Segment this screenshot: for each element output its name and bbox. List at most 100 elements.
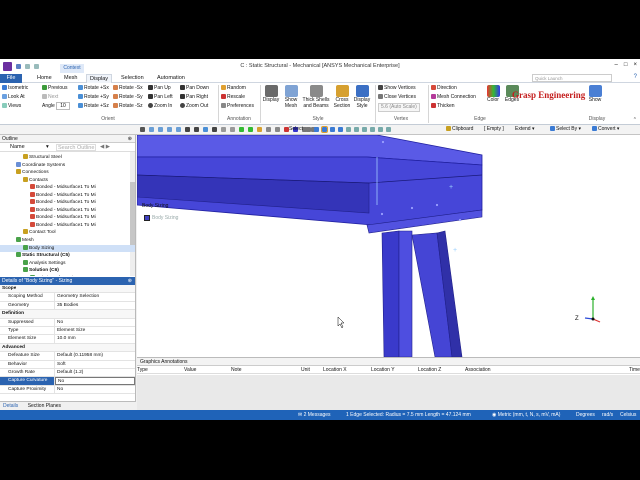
tree-item[interactable]: Bonded - Midsurface1 To Mi: [0, 214, 135, 222]
property-value[interactable]: 10.0 mm: [55, 335, 135, 342]
preferences-button[interactable]: Preferences: [221, 103, 254, 110]
zoom-fit-icon[interactable]: [185, 127, 190, 132]
extend-dropdown[interactable]: Extend ▾: [515, 126, 534, 133]
pan-up-button[interactable]: Pan Up: [148, 85, 171, 92]
angle-field[interactable]: Angle 10: [42, 102, 70, 110]
details-section-header[interactable]: Advanced: [0, 343, 135, 353]
box-zoom-icon[interactable]: [194, 127, 199, 132]
look-at-button[interactable]: Look At: [2, 94, 25, 101]
tree-item[interactable]: Analysis Settings: [0, 259, 135, 268]
column-location-x[interactable]: Location X: [323, 366, 347, 374]
column-value[interactable]: Value: [184, 366, 196, 374]
property-value[interactable]: Default (0.11958 mm): [55, 352, 135, 359]
tree-item[interactable]: Bonded - Midsurface1 To Mi: [0, 199, 135, 207]
details-row[interactable]: Scoping Method Geometry Selection: [0, 293, 135, 302]
details-row[interactable]: Geometry 35 Bodies: [0, 301, 135, 311]
details-row[interactable]: Behavior Soft: [0, 360, 135, 369]
body-select-icon[interactable]: [176, 127, 181, 132]
messages-status[interactable]: ✉ 2 Messages: [298, 410, 331, 420]
random-button[interactable]: Random: [221, 85, 246, 92]
pin-icon[interactable]: ⊛: [128, 135, 132, 143]
details-row[interactable]: Defeature Size Default (0.11958 mm): [0, 352, 135, 361]
direction-button[interactable]: Direction: [431, 85, 457, 92]
triad-svg[interactable]: Z: [573, 295, 603, 325]
node-filter-icon[interactable]: [346, 127, 351, 132]
tree-item[interactable]: Body Sizing: [0, 244, 135, 253]
rate-unit-status[interactable]: rad/s: [602, 410, 613, 420]
property-value[interactable]: No: [55, 377, 135, 385]
thicken-button[interactable]: Thicken: [431, 103, 455, 110]
body-filter-icon[interactable]: [338, 127, 343, 132]
outline-search-input[interactable]: Search Outline: [56, 144, 96, 151]
select-by-dropdown[interactable]: Select By ▾: [550, 126, 581, 133]
tree-item[interactable]: Bonded - Midsurface1 To Mi: [0, 221, 135, 230]
column-association[interactable]: Association: [465, 366, 491, 374]
details-row[interactable]: Capture Curvature No: [0, 377, 135, 386]
details-row[interactable]: Growth Rate Default (1.2): [0, 368, 135, 378]
edge-select-icon[interactable]: [158, 127, 163, 132]
property-value[interactable]: Element Size: [55, 327, 135, 334]
property-value[interactable]: 35 Bodies: [55, 302, 135, 309]
views-button[interactable]: Views: [2, 103, 21, 110]
select-mode-icon[interactable]: [140, 127, 145, 132]
rescale-button[interactable]: Rescale: [221, 94, 245, 101]
tab-display[interactable]: Display: [86, 74, 113, 83]
color-button[interactable]: Color: [486, 85, 500, 104]
previous-button[interactable]: Previous: [42, 85, 67, 92]
rotate-plus-sz-button[interactable]: Rotate +Sz: [78, 103, 109, 110]
tree-item[interactable]: Solution (C6): [0, 267, 135, 275]
mesh-filter-icon[interactable]: [370, 127, 375, 132]
outline-nav-icons[interactable]: ◀ ▶: [100, 144, 110, 150]
details-section-header[interactable]: Scope: [0, 285, 135, 294]
details-row[interactable]: Suppressed No: [0, 318, 135, 327]
box-select-icon[interactable]: [378, 127, 383, 132]
label-icon[interactable]: [266, 127, 271, 132]
clipboard-dropdown[interactable]: Clipboard: [446, 126, 473, 133]
vertex-scale-field[interactable]: 5.6 (Auto Scale): [378, 103, 420, 112]
close-vertices-button[interactable]: Close Vertices: [378, 94, 416, 101]
cross-section-button[interactable]: Cross Section: [332, 85, 352, 109]
rotate-view-icon[interactable]: [203, 127, 208, 132]
mesh-connection-button[interactable]: Mesh Connection: [431, 94, 476, 101]
tab-section-planes[interactable]: Section Planes: [28, 403, 61, 409]
quick-launch-input[interactable]: Quick Launch: [532, 74, 612, 82]
tree-item[interactable]: Solution Information: [0, 274, 135, 276]
tree-item[interactable]: Connections: [0, 169, 135, 177]
rotate-minus-sx-button[interactable]: Rotate -Sx: [113, 85, 143, 92]
hide-icon[interactable]: [239, 127, 244, 132]
column-location-z[interactable]: Location Z: [418, 366, 441, 374]
pan-right-button[interactable]: Pan Right: [180, 94, 208, 101]
name-dropdown-icon[interactable]: ▾: [46, 144, 49, 150]
tree-item[interactable]: Mesh: [0, 237, 135, 245]
minimize-icon[interactable]: –: [615, 62, 618, 68]
tree-item[interactable]: Bonded - Midsurface1 To Mi: [0, 184, 135, 192]
face-select-icon[interactable]: [167, 127, 172, 132]
zoom-in-button[interactable]: Zoom In: [148, 103, 172, 110]
tab-details[interactable]: Details: [3, 403, 18, 409]
rotate-plus-sx-button[interactable]: Rotate +Sx: [78, 85, 109, 92]
show-mesh-button[interactable]: Show Mesh: [283, 85, 299, 109]
vertex-select-icon[interactable]: [149, 127, 154, 132]
tree-item[interactable]: Bonded - Midsurface1 To Mi: [0, 191, 135, 200]
collapse-ribbon-icon[interactable]: ⌃: [633, 117, 637, 123]
maximize-icon[interactable]: □: [624, 62, 628, 68]
tree-item[interactable]: Contacts: [0, 176, 135, 185]
section-icon[interactable]: [257, 127, 262, 132]
rotate-minus-sz-button[interactable]: Rotate -Sz: [113, 103, 143, 110]
pan-view-icon[interactable]: [212, 127, 217, 132]
edge-filter-icon[interactable]: [321, 126, 328, 133]
tab-home[interactable]: Home: [34, 74, 55, 83]
pan-left-button[interactable]: Pan Left: [148, 94, 173, 101]
angle-unit-status[interactable]: Degrees: [576, 410, 595, 420]
pin-icon[interactable]: ⊛: [128, 277, 132, 285]
tab-automation[interactable]: Automation: [154, 74, 188, 83]
column-location-y[interactable]: Location Y: [371, 366, 395, 374]
unit-system-status[interactable]: ◉ Metric (mm, t, N, s, mV, mA): [492, 410, 560, 420]
display-dropdown-button[interactable]: Display: [262, 85, 280, 104]
select-dropdown[interactable]: Select: [289, 126, 303, 133]
lasso-select-icon[interactable]: [386, 127, 391, 132]
display-style-button[interactable]: Display Style: [353, 85, 371, 109]
point-select-icon[interactable]: [306, 127, 311, 132]
isometric-button[interactable]: Isometric: [2, 85, 28, 92]
details-section-header[interactable]: Definition: [0, 310, 135, 319]
